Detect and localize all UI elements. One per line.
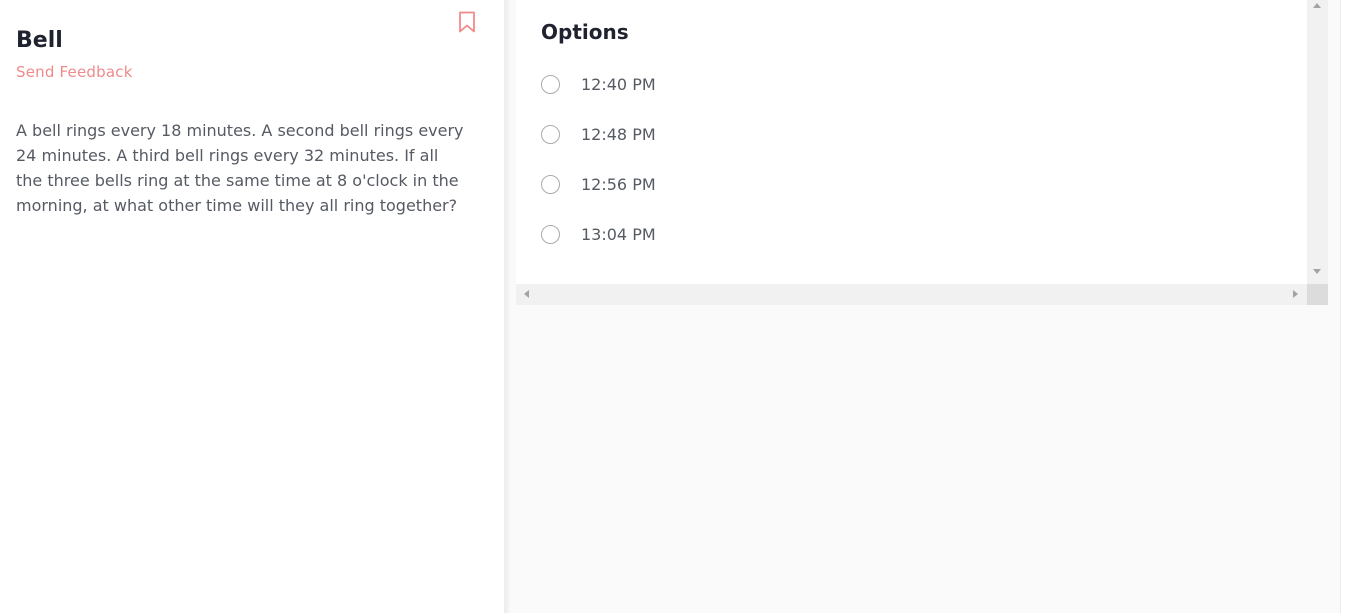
radio-button[interactable] bbox=[541, 174, 560, 194]
scroll-down-arrow-icon[interactable] bbox=[1313, 269, 1321, 274]
options-title: Options bbox=[541, 20, 629, 44]
option-1[interactable]: 12:40 PM bbox=[541, 71, 656, 97]
option-4[interactable]: 13:04 PM bbox=[541, 221, 656, 247]
option-2[interactable]: 12:48 PM bbox=[541, 121, 656, 147]
option-label: 12:40 PM bbox=[581, 74, 656, 94]
scroll-up-arrow-icon[interactable] bbox=[1313, 3, 1321, 8]
page: Bell Send Feedback A bell rings every 18… bbox=[0, 0, 1351, 613]
question-title: Bell bbox=[16, 28, 63, 53]
option-label: 12:48 PM bbox=[581, 124, 656, 144]
scroll-left-arrow-icon[interactable] bbox=[524, 290, 529, 298]
bookmark-icon[interactable] bbox=[457, 11, 477, 33]
scrollbar-corner bbox=[1307, 284, 1328, 305]
send-feedback-link[interactable]: Send Feedback bbox=[16, 63, 133, 81]
option-label: 12:56 PM bbox=[581, 174, 656, 194]
scroll-right-arrow-icon[interactable] bbox=[1293, 290, 1298, 298]
options-card: Options 12:40 PM 12:48 PM 12:56 PM 13:04… bbox=[516, 0, 1307, 284]
radio-button[interactable] bbox=[541, 124, 560, 144]
question-text: A bell rings every 18 minutes. A second … bbox=[16, 121, 464, 215]
radio-button[interactable] bbox=[541, 224, 560, 244]
option-label: 13:04 PM bbox=[581, 224, 656, 244]
question-panel: Bell Send Feedback A bell rings every 18… bbox=[0, 0, 504, 613]
vertical-scrollbar[interactable] bbox=[1307, 0, 1328, 284]
window-edge bbox=[1340, 0, 1351, 613]
radio-button[interactable] bbox=[541, 74, 560, 94]
option-3[interactable]: 12:56 PM bbox=[541, 171, 656, 197]
horizontal-scrollbar[interactable] bbox=[516, 284, 1307, 305]
